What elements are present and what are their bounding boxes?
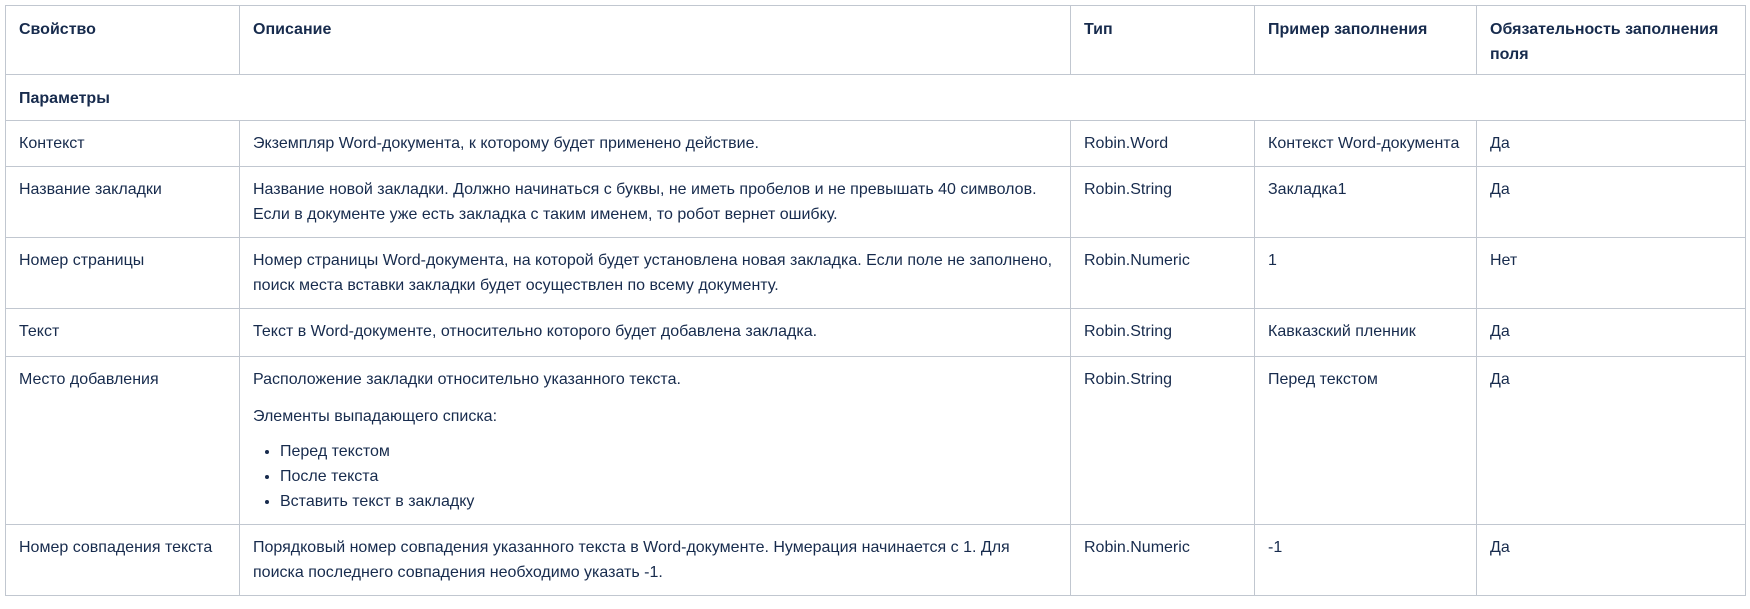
cell-description: Текст в Word-документе, относительно кот…	[239, 308, 1071, 357]
cell-property: Номер страницы	[5, 237, 240, 309]
cell-description: Порядковый номер совпадения указанного т…	[239, 524, 1071, 596]
cell-description: Расположение закладки относительно указа…	[239, 356, 1071, 525]
header-description: Описание	[239, 5, 1071, 75]
table-row: Номер совпадения текста Порядковый номер…	[5, 524, 1746, 596]
dropdown-list-caption: Элементы выпадающего списка:	[253, 408, 498, 425]
cell-type: Robin.Numeric	[1070, 237, 1255, 309]
cell-required: Да	[1476, 120, 1746, 167]
parameters-table-container: Свойство Описание Тип Пример заполнения …	[5, 5, 1746, 596]
table-row: Текст Текст в Word-документе, относитель…	[5, 308, 1746, 357]
cell-description: Название новой закладки. Должно начинать…	[239, 166, 1071, 238]
cell-example: Кавказский пленник	[1254, 308, 1477, 357]
section-row: Параметры	[5, 74, 1746, 121]
table-header-row: Свойство Описание Тип Пример заполнения …	[5, 5, 1746, 75]
cell-description: Экземпляр Word-документа, к которому буд…	[239, 120, 1071, 167]
cell-required: Да	[1476, 356, 1746, 525]
cell-type: Robin.Word	[1070, 120, 1255, 167]
cell-type: Robin.String	[1070, 308, 1255, 357]
header-property: Свойство	[5, 5, 240, 75]
cell-required: Нет	[1476, 237, 1746, 309]
cell-type: Robin.String	[1070, 166, 1255, 238]
cell-required: Да	[1476, 308, 1746, 357]
cell-property: Название закладки	[5, 166, 240, 238]
parameters-table: Свойство Описание Тип Пример заполнения …	[5, 5, 1746, 596]
dropdown-options-list: Перед текстом После текста Вставить текс…	[253, 439, 1058, 514]
cell-type: Robin.Numeric	[1070, 524, 1255, 596]
cell-example: Контекст Word-документа	[1254, 120, 1477, 167]
list-item: Вставить текст в закладку	[280, 489, 1058, 514]
table-row: Название закладки Название новой закладк…	[5, 166, 1746, 238]
description-text: Расположение закладки относительно указа…	[253, 371, 681, 388]
cell-example: 1	[1254, 237, 1477, 309]
cell-required: Да	[1476, 524, 1746, 596]
cell-property: Контекст	[5, 120, 240, 167]
table-row: Номер страницы Номер страницы Word-докум…	[5, 237, 1746, 309]
table-row: Место добавления Расположение закладки о…	[5, 356, 1746, 525]
cell-required: Да	[1476, 166, 1746, 238]
header-type: Тип	[1070, 5, 1255, 75]
cell-property: Номер совпадения текста	[5, 524, 240, 596]
list-item: После текста	[280, 464, 1058, 489]
cell-description: Номер страницы Word-документа, на которо…	[239, 237, 1071, 309]
cell-example: -1	[1254, 524, 1477, 596]
cell-property: Место добавления	[5, 356, 240, 525]
cell-example: Закладка1	[1254, 166, 1477, 238]
cell-property: Текст	[5, 308, 240, 357]
section-title: Параметры	[5, 74, 1746, 121]
header-required: Обязательность заполнения поля	[1476, 5, 1746, 75]
table-row: Контекст Экземпляр Word-документа, к кот…	[5, 120, 1746, 167]
header-example: Пример заполнения	[1254, 5, 1477, 75]
list-item: Перед текстом	[280, 439, 1058, 464]
cell-example: Перед текстом	[1254, 356, 1477, 525]
cell-type: Robin.String	[1070, 356, 1255, 525]
